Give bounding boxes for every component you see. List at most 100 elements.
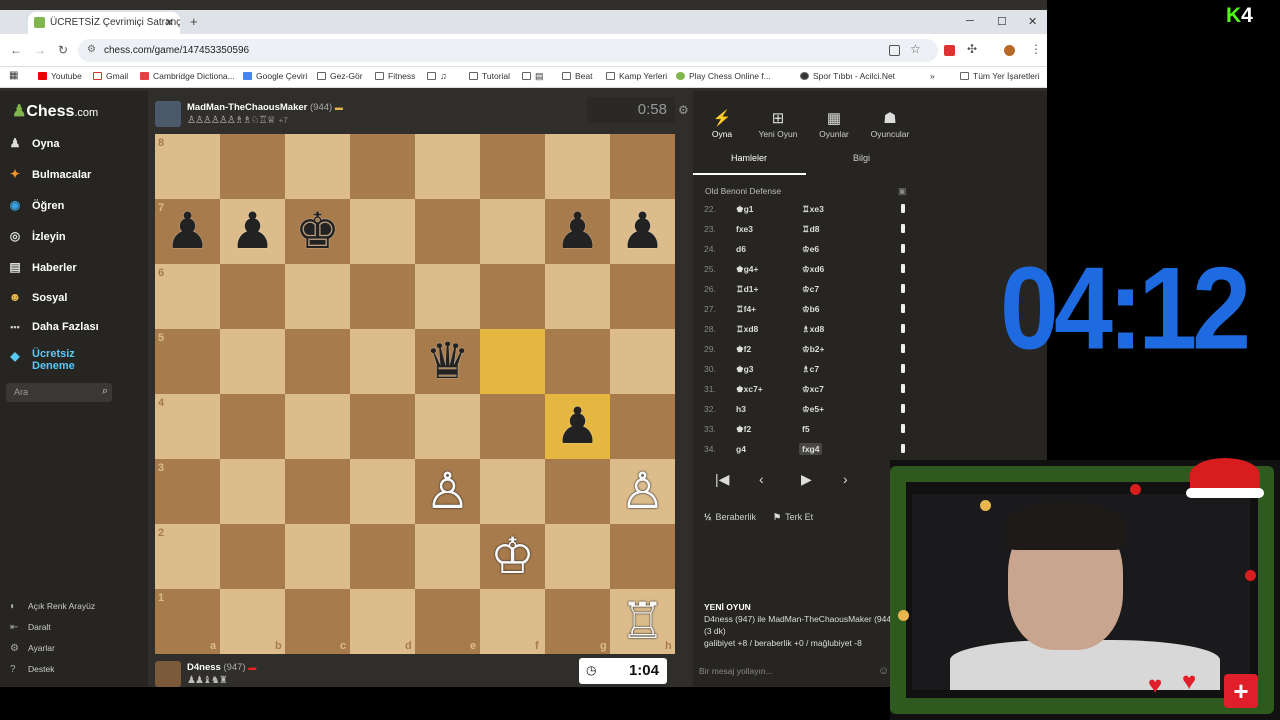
opening-name[interactable]: Old Benoni Defense [705, 186, 781, 196]
black-move[interactable]: ♗xd8 [802, 324, 824, 335]
white-move[interactable]: ♚g4+ [736, 264, 759, 275]
square-d8[interactable] [350, 134, 415, 199]
settings-link[interactable]: ⚙ Ayarlar [10, 643, 55, 654]
board-settings-gear-icon[interactable]: ⚙ [678, 103, 689, 117]
top-player-name[interactable]: MadMan-TheChaousMaker (944) ▬ [187, 102, 343, 113]
white-move[interactable]: ♚f2 [736, 424, 751, 435]
white-move[interactable]: ♖d1+ [736, 284, 759, 295]
collapse-button[interactable]: ⇤ Daralt [10, 622, 51, 633]
bookmark-music[interactable]: ♫ [427, 71, 447, 81]
square-b6[interactable] [220, 264, 285, 329]
black-move[interactable]: ♔xc7 [802, 384, 824, 395]
square-d4[interactable] [350, 394, 415, 459]
black-move[interactable]: ♖d8 [802, 224, 820, 235]
square-c3[interactable] [285, 459, 350, 524]
extensions-icon[interactable]: ✣ [967, 42, 977, 56]
black-move[interactable]: ♔e6 [802, 244, 819, 255]
square-h5[interactable] [610, 329, 675, 394]
bookmark-gmail[interactable]: Gmail [93, 71, 128, 81]
piece-b7[interactable]: ♟ [220, 199, 285, 264]
avatar[interactable] [155, 101, 181, 127]
white-move[interactable]: ♚xc7+ [736, 384, 763, 395]
white-move[interactable]: g4 [736, 444, 746, 454]
back-icon[interactable]: ← [10, 43, 22, 57]
square-d2[interactable] [350, 524, 415, 589]
square-g6[interactable] [545, 264, 610, 329]
bookmark-folder[interactable]: ▤ [522, 71, 544, 82]
piece-h1[interactable]: ♖ [610, 589, 675, 654]
square-d6[interactable] [350, 264, 415, 329]
bottom-player-name[interactable]: D4ness (947) ▬ [187, 662, 256, 673]
square-h8[interactable] [610, 134, 675, 199]
square-a2[interactable] [155, 524, 220, 589]
square-c4[interactable] [285, 394, 350, 459]
prev-move-icon[interactable]: ‹ [759, 471, 764, 487]
next-move-icon[interactable]: › [843, 471, 848, 487]
bookmark-fitness[interactable]: Fitness [375, 71, 415, 81]
emoji-icon[interactable]: ☺ [878, 665, 889, 677]
tab-oyunlar[interactable]: ▦ Oyunlar [806, 109, 862, 139]
black-move[interactable]: ♗c7 [802, 364, 819, 375]
sidebar-item-haberler[interactable]: ▤ Haberler [8, 260, 76, 274]
white-move[interactable]: ♖xd8 [736, 324, 758, 335]
bookmark-google-ceviri[interactable]: Google Çeviri [243, 71, 308, 81]
sidebar-item-sosyal[interactable]: ☻ Sosyal [8, 290, 68, 304]
chat-input[interactable]: Bir mesaj yollayın... [699, 666, 773, 676]
support-link[interactable]: ? Destek [10, 664, 54, 675]
square-a4[interactable] [155, 394, 220, 459]
play-icon[interactable]: ▶ [801, 471, 812, 488]
square-d7[interactable] [350, 199, 415, 264]
bookmark-all[interactable]: Tüm Yer İşaretleri [960, 71, 1040, 81]
square-h4[interactable] [610, 394, 675, 459]
black-move[interactable]: ♔b2+ [802, 344, 825, 355]
sidebar-item-izleyin[interactable]: ◎ İzleyin [8, 229, 66, 243]
resign-button[interactable]: ⚑ Terk Et [773, 512, 813, 523]
bookmark-beat[interactable]: Beat [562, 71, 593, 81]
white-move[interactable]: ♚g3 [736, 364, 754, 375]
subtab-bilgi[interactable]: Bilgi [853, 153, 870, 163]
square-g3[interactable] [545, 459, 610, 524]
bookmark-tutorial[interactable]: Tutorial [469, 71, 510, 81]
menu-icon[interactable]: ⋮ [1030, 42, 1042, 56]
bookmark-spor-tibbi[interactable]: Spor Tıbbı - Acilci.Net [800, 71, 895, 81]
sidebar-item-ucretsiz-deneme[interactable]: ◆ Ücretsiz Deneme [8, 348, 118, 372]
white-move[interactable]: fxe3 [736, 224, 753, 234]
sidebar-search-input[interactable]: Ara ⌕ [6, 383, 112, 402]
black-move[interactable]: ♔c7 [802, 284, 819, 295]
square-g5[interactable] [545, 329, 610, 394]
square-a6[interactable] [155, 264, 220, 329]
piece-a7[interactable]: ♟ [155, 199, 220, 264]
piece-g4[interactable]: ♟ [545, 394, 610, 459]
bookmark-star-icon[interactable]: ☆ [910, 42, 921, 56]
square-f7[interactable] [480, 199, 545, 264]
opening-book-icon[interactable]: ▣ [898, 186, 907, 197]
square-e6[interactable] [415, 264, 480, 329]
piece-h3[interactable]: ♙ [610, 459, 675, 524]
black-move[interactable]: f5 [802, 424, 810, 434]
square-f5[interactable] [480, 329, 545, 394]
piece-c7[interactable]: ♚ [285, 199, 350, 264]
black-move[interactable]: ♖xe3 [802, 204, 824, 215]
square-b2[interactable] [220, 524, 285, 589]
black-move[interactable]: ♔e5+ [802, 404, 824, 415]
square-c5[interactable] [285, 329, 350, 394]
white-move[interactable]: d6 [736, 244, 746, 254]
bookmark-cambridge[interactable]: Cambridge Dictiona... [140, 71, 235, 81]
square-f8[interactable] [480, 134, 545, 199]
new-tab-icon[interactable]: + [190, 14, 198, 29]
square-d5[interactable] [350, 329, 415, 394]
square-e4[interactable] [415, 394, 480, 459]
square-f4[interactable] [480, 394, 545, 459]
black-move[interactable]: ♔xd6 [802, 264, 824, 275]
square-a3[interactable] [155, 459, 220, 524]
sidebar-item-bulmacalar[interactable]: ✦ Bulmacalar [8, 167, 91, 181]
first-move-icon[interactable]: |◀ [715, 471, 729, 488]
cast-icon[interactable] [889, 45, 900, 56]
minimize-icon[interactable]: ─ [966, 15, 974, 27]
piece-e3[interactable]: ♙ [415, 459, 480, 524]
sidebar-item-oyna[interactable]: ♟ Oyna [8, 136, 60, 150]
black-move[interactable]: fxg4 [799, 443, 823, 455]
tab-yeni-oyun[interactable]: ⊞ Yeni Oyun [750, 109, 806, 139]
white-move[interactable]: ♖f4+ [736, 304, 756, 315]
piece-g7[interactable]: ♟ [545, 199, 610, 264]
